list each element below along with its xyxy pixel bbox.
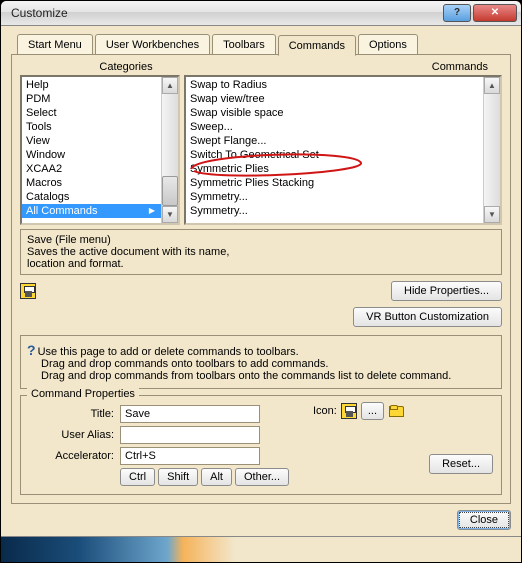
help-line: Use this page to add or delete commands … [38, 346, 299, 358]
list-item-label: All Commands [26, 205, 98, 217]
scroll-up-icon[interactable]: ▲ [484, 77, 500, 94]
list-item[interactable]: Symmetry... [186, 190, 483, 204]
help-block: ?Use this page to add or delete commands… [20, 335, 502, 389]
list-item[interactable]: Tools [22, 120, 161, 134]
list-item[interactable]: Symmetry... [186, 204, 483, 218]
alt-button[interactable]: Alt [201, 468, 232, 486]
list-item[interactable]: Sweep... [186, 120, 483, 134]
list-item[interactable]: Symmetric Plies Stacking [186, 176, 483, 190]
browse-icon-button[interactable]: ... [361, 402, 384, 420]
tab-commands[interactable]: Commands [278, 35, 356, 56]
list-item-selected[interactable]: All Commands ▶ [22, 204, 161, 218]
list-item[interactable]: Help [22, 78, 161, 92]
scroll-thumb[interactable] [162, 176, 178, 206]
description-line: Saves the active document with its name, [27, 246, 495, 258]
description-line: location and format. [27, 258, 495, 270]
scroll-down-icon[interactable]: ▼ [162, 206, 178, 223]
command-properties-group: Command Properties Title: User Alias: Ac… [20, 395, 502, 495]
accelerator-label: Accelerator: [29, 450, 114, 462]
titlebar[interactable]: Customize ? ✕ [1, 1, 521, 26]
user-alias-label: User Alias: [29, 429, 114, 441]
customize-dialog: Customize ? ✕ Start Menu User Workbenche… [0, 0, 522, 563]
dropdown-arrow-icon: ▶ [149, 206, 155, 215]
categories-label: Categories [24, 61, 228, 73]
save-icon [20, 283, 36, 299]
commands-listbox[interactable]: Swap to Radius Swap view/tree Swap visib… [184, 75, 502, 225]
user-alias-input[interactable] [120, 426, 260, 444]
list-item[interactable]: PDM [22, 92, 161, 106]
help-button-icon[interactable]: ? [443, 4, 471, 22]
scrollbar[interactable]: ▲ ▼ [161, 77, 178, 223]
categories-listbox[interactable]: Help PDM Select Tools View Window XCAA2 … [20, 75, 180, 225]
list-item[interactable]: Symmetric Plies [186, 162, 483, 176]
title-input[interactable] [120, 405, 260, 423]
reset-button[interactable]: Reset... [429, 454, 493, 474]
hide-properties-button[interactable]: Hide Properties... [391, 281, 502, 301]
folder-open-icon[interactable] [388, 403, 404, 419]
list-item[interactable]: Swap view/tree [186, 92, 483, 106]
scrollbar[interactable]: ▲ ▼ [483, 77, 500, 223]
other-button[interactable]: Other... [235, 468, 289, 486]
list-item[interactable]: Select [22, 106, 161, 120]
scroll-up-icon[interactable]: ▲ [162, 77, 178, 94]
help-icon: ? [27, 342, 36, 358]
list-item[interactable]: View [22, 134, 161, 148]
description-title: Save (File menu) [27, 234, 495, 246]
list-item[interactable]: Window [22, 148, 161, 162]
taskbar-edge [1, 536, 521, 562]
tab-strip: Start Menu User Workbenches Toolbars Com… [11, 34, 511, 55]
list-item[interactable]: XCAA2 [22, 162, 161, 176]
icon-label: Icon: [313, 405, 337, 417]
accelerator-input[interactable] [120, 447, 260, 465]
list-item[interactable]: Macros [22, 176, 161, 190]
ctrl-button[interactable]: Ctrl [120, 468, 155, 486]
commands-label: Commands [228, 61, 498, 73]
vr-button-customization-button[interactable]: VR Button Customization [353, 307, 502, 327]
list-item[interactable]: Swap visible space [186, 106, 483, 120]
tab-user-workbenches[interactable]: User Workbenches [95, 34, 210, 55]
tab-toolbars[interactable]: Toolbars [212, 34, 276, 55]
close-window-icon[interactable]: ✕ [473, 4, 517, 22]
shift-button[interactable]: Shift [158, 468, 198, 486]
list-item[interactable]: Swept Flange... [186, 134, 483, 148]
scroll-down-icon[interactable]: ▼ [484, 206, 500, 223]
description-box: Save (File menu) Saves the active docume… [20, 229, 502, 275]
list-item[interactable]: Swap to Radius [186, 78, 483, 92]
close-button[interactable]: Close [457, 510, 511, 530]
commands-pane: Categories Commands Help PDM Select Tool… [11, 54, 511, 504]
tab-options[interactable]: Options [358, 34, 418, 55]
help-line: Drag and drop commands onto toolbars to … [27, 358, 495, 370]
command-properties-legend: Command Properties [27, 388, 139, 400]
save-icon [341, 403, 357, 419]
list-item[interactable]: Catalogs [22, 190, 161, 204]
list-item[interactable]: Switch To Geometrical Set [186, 148, 483, 162]
window-title: Customize [11, 6, 68, 20]
title-label: Title: [29, 408, 114, 420]
tab-start-menu[interactable]: Start Menu [17, 34, 93, 55]
help-line: Drag and drop commands from toolbars ont… [27, 370, 495, 382]
